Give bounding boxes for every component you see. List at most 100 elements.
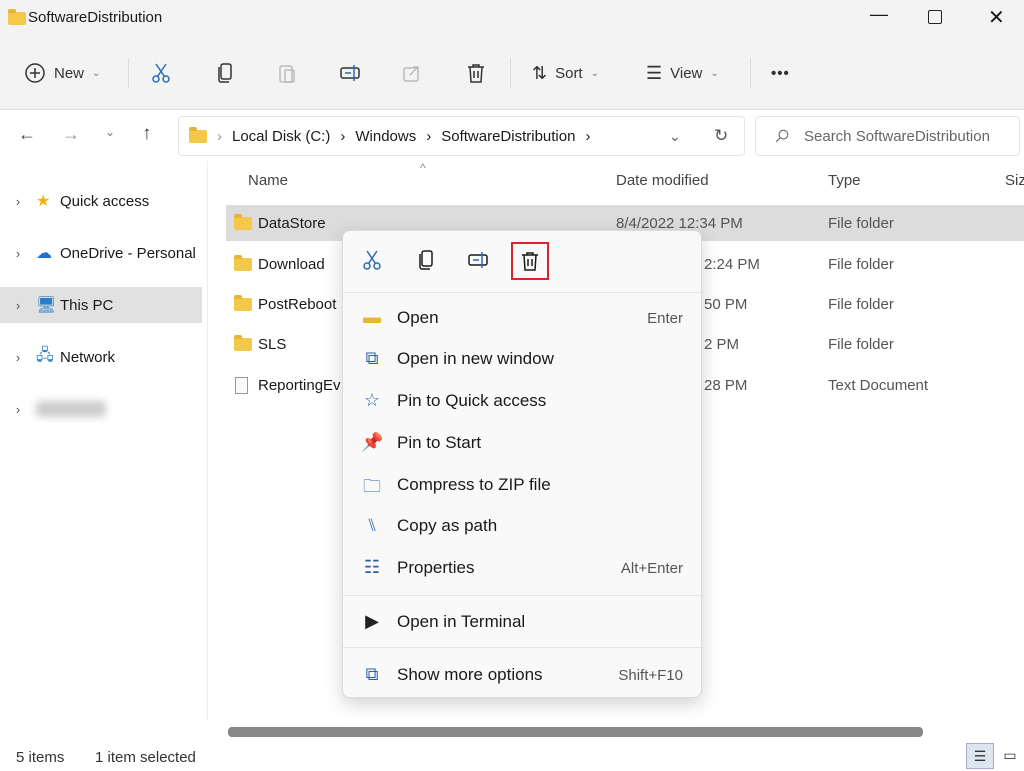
file-name: ReportingEv [258, 376, 341, 394]
folder-icon [8, 9, 26, 25]
pin-star-icon: ☆ [363, 390, 381, 410]
sidebar-item-onedrive[interactable]: › ☁ OneDrive - Personal [0, 235, 202, 271]
search-icon [775, 129, 789, 143]
trash-icon [468, 64, 484, 83]
menu-item-open-in-terminal[interactable]: ▶ Open in Terminal [343, 602, 703, 642]
sidebar-item-quick-access[interactable]: › ★ Quick access [0, 183, 202, 219]
back-button[interactable]: ← [18, 124, 36, 145]
selection-count: 1 item selected [95, 749, 196, 766]
breadcrumb-windows[interactable]: Windows [355, 128, 416, 145]
new-button[interactable]: New ⌄ [24, 54, 100, 92]
more-options-icon: ⧉ [365, 664, 379, 684]
share-icon [403, 66, 419, 82]
menu-item-copy-as-path[interactable]: ⑊ Copy as path [343, 506, 703, 546]
column-header-size[interactable]: Siz [1005, 172, 1024, 189]
terminal-icon: ▶ [365, 611, 379, 631]
rename-button[interactable] [339, 54, 361, 92]
folder-icon [234, 334, 252, 351]
sort-label: Sort [555, 64, 583, 82]
file-date: 8/4/2022 12:34 PM [616, 214, 743, 232]
file-date: 28 PM [704, 376, 748, 394]
network-icon: 🖧 [36, 346, 54, 364]
monitor-icon: 🖥 [36, 297, 57, 314]
menu-item-open[interactable]: ▬ Open Enter [343, 298, 703, 338]
file-name: Download [258, 255, 325, 273]
breadcrumb-softwaredistribution[interactable]: SoftwareDistribution [441, 128, 575, 145]
folder-icon [234, 294, 252, 311]
tiles-view-button[interactable]: ▭ [998, 743, 1022, 769]
file-type: File folder [828, 255, 894, 273]
view-button[interactable]: ☰ View ⌄ [646, 54, 719, 92]
column-header-name[interactable]: Name [248, 172, 288, 189]
recent-locations-button[interactable]: ⌄ [105, 125, 115, 139]
properties-icon: ☷ [363, 557, 381, 577]
up-button[interactable]: ↑ [142, 123, 152, 145]
file-type: File folder [828, 214, 894, 232]
sidebar-item-blurred[interactable]: › [0, 391, 202, 427]
paste-icon [279, 65, 295, 83]
menu-item-pin-to-quick-access[interactable]: ☆ Pin to Quick access [343, 381, 703, 421]
breadcrumb-local-disk[interactable]: Local Disk (C:) [232, 128, 330, 145]
menu-item-open-in-new-window[interactable]: ⧉ Open in new window [343, 339, 703, 379]
maximize-button[interactable] [928, 10, 942, 24]
search-box[interactable]: Search SoftwareDistribution [755, 116, 1020, 156]
menu-item-shortcut: Alt+Enter [620, 559, 683, 577]
menu-delete-button[interactable] [511, 242, 549, 280]
file-date: 2:24 PM [704, 255, 760, 273]
new-label: New [54, 64, 85, 82]
item-count: 5 items [16, 749, 65, 766]
copy-button[interactable] [214, 54, 236, 92]
close-button[interactable]: ✕ [988, 5, 1005, 30]
copy-icon [218, 63, 232, 83]
column-header-date[interactable]: Date modified [616, 172, 709, 189]
menu-item-label: Open [397, 308, 439, 327]
menu-item-properties[interactable]: ☷ Properties Alt+Enter [343, 548, 703, 588]
sidebar-item-label: OneDrive - Personal [60, 244, 196, 262]
rename-icon [468, 252, 488, 268]
file-date: 50 PM [704, 295, 748, 313]
minimize-button[interactable]: — [870, 4, 888, 25]
forward-button[interactable]: → [62, 124, 80, 145]
divider [128, 58, 129, 88]
menu-item-label: Open in new window [397, 349, 554, 368]
menu-item-show-more-options[interactable]: ⧉ Show more options Shift+F10 [343, 655, 703, 695]
more-options-button[interactable]: ••• [771, 54, 790, 92]
share-button[interactable] [401, 54, 423, 92]
horizontal-scrollbar[interactable] [228, 727, 923, 737]
menu-item-pin-to-start[interactable]: 📌 Pin to Start [343, 423, 703, 463]
menu-item-compress-to-zip-file[interactable]: 🗀 Compress to ZIP file [343, 465, 703, 505]
menu-item-label: Properties [397, 558, 475, 577]
delete-button[interactable] [465, 54, 487, 92]
folder-icon [234, 213, 252, 230]
refresh-icon[interactable]: ↻ [714, 126, 728, 146]
menu-copy-button[interactable] [415, 249, 437, 275]
address-bar[interactable]: › Local Disk (C:) › Windows › SoftwareDist… [178, 116, 745, 156]
menu-item-label: Pin to Start [397, 433, 482, 452]
address-row: ← → ⌄ ↑ › Local Disk (C:) › Windows › Soft… [0, 111, 1024, 161]
view-label: View [670, 64, 703, 82]
file-type: File folder [828, 335, 894, 353]
pin-icon: 📌 [361, 432, 384, 452]
title-bar: SoftwareDistribution — ✕ [0, 0, 1024, 36]
scissors-icon [363, 250, 381, 270]
open-folder-icon: ▬ [363, 307, 381, 327]
plus-circle-icon [25, 63, 45, 83]
menu-rename-button[interactable] [467, 249, 489, 275]
command-bar: New ⌄ ⇅ Sort ⌄ ☰ View ⌄ ••• [0, 36, 1024, 110]
sidebar-item-this-pc[interactable]: › 🖥 This PC [0, 287, 202, 323]
folder-icon [234, 254, 252, 271]
context-menu: ▬ Open Enter ⧉ Open in new window ☆ Pin to Qui… [342, 230, 703, 698]
sidebar-item-network[interactable]: › 🖧 Network [0, 339, 202, 375]
column-header-type[interactable]: Type [828, 172, 861, 189]
search-placeholder: Search SoftwareDistribution [804, 127, 990, 145]
open-new-window-icon: ⧉ [365, 348, 379, 368]
menu-cut-button[interactable] [361, 249, 383, 275]
cloud-icon: ☁ [36, 245, 52, 262]
details-view-button[interactable]: ☰ [966, 743, 994, 769]
rename-icon [340, 65, 360, 81]
cut-button[interactable] [150, 54, 172, 92]
divider [750, 58, 751, 88]
sort-button[interactable]: ⇅ Sort ⌄ [532, 54, 599, 92]
address-dropdown-icon[interactable]: ⌄ [669, 128, 681, 145]
paste-button[interactable] [276, 54, 298, 92]
